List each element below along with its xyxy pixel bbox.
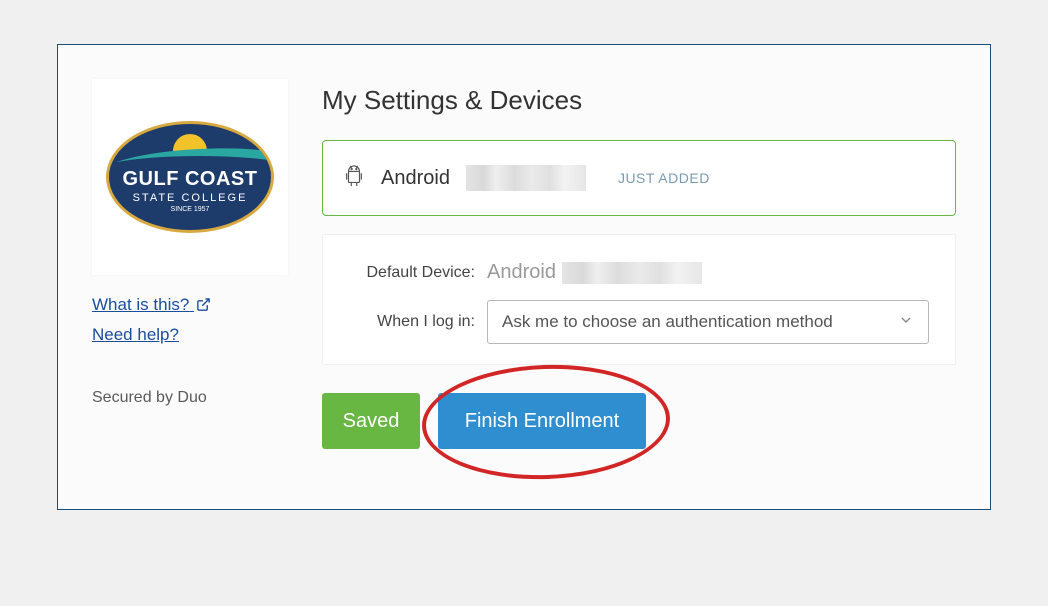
device-row[interactable]: Android JUST ADDED [322,140,956,216]
logo-text-sub: STATE COLLEGE [109,192,271,204]
what-is-this-link[interactable]: What is this? [92,295,211,317]
sidebar-links: What is this? Need help? [92,295,288,353]
redacted-phone-number [562,262,702,284]
default-device-platform: Android [487,261,556,284]
sidebar: GULF COAST STATE COLLEGE SINCE 1957 What… [92,79,288,449]
auth-method-selected: Ask me to choose an authentication metho… [502,312,833,332]
org-logo: GULF COAST STATE COLLEGE SINCE 1957 [92,79,288,275]
main-panel: My Settings & Devices Android JUS [322,79,956,449]
auth-method-select[interactable]: Ask me to choose an authentication metho… [487,300,929,344]
default-device-label: Default Device: [349,264,487,282]
default-device-value: Android [487,261,702,284]
link-label: What is this? [92,295,189,314]
when-login-label: When I log in: [349,313,487,331]
default-device-row: Default Device: Android [349,261,929,284]
page-title: My Settings & Devices [322,85,956,116]
just-added-badge: JUST ADDED [618,170,710,186]
logo-text-since: SINCE 1957 [109,206,271,213]
saved-button[interactable]: Saved [322,393,420,449]
duo-prompt-frame: GULF COAST STATE COLLEGE SINCE 1957 What… [57,44,991,510]
device-platform-label: Android [381,167,450,190]
redacted-phone-number [466,165,586,191]
logo-ellipse: GULF COAST STATE COLLEGE SINCE 1957 [106,121,274,233]
chevron-down-icon [898,312,914,333]
external-link-icon [196,297,211,317]
need-help-link[interactable]: Need help? [92,325,179,345]
logo-text-main: GULF COAST [109,168,271,191]
secured-by-label: Secured by Duo [92,389,288,407]
finish-enrollment-button[interactable]: Finish Enrollment [438,393,646,449]
when-login-row: When I log in: Ask me to choose an authe… [349,300,929,344]
gulf-coast-logo: GULF COAST STATE COLLEGE SINCE 1957 [106,121,274,233]
settings-panel: Default Device: Android When I log in: A… [322,234,956,365]
action-row: Saved Finish Enrollment [322,393,956,449]
android-icon [343,163,365,194]
